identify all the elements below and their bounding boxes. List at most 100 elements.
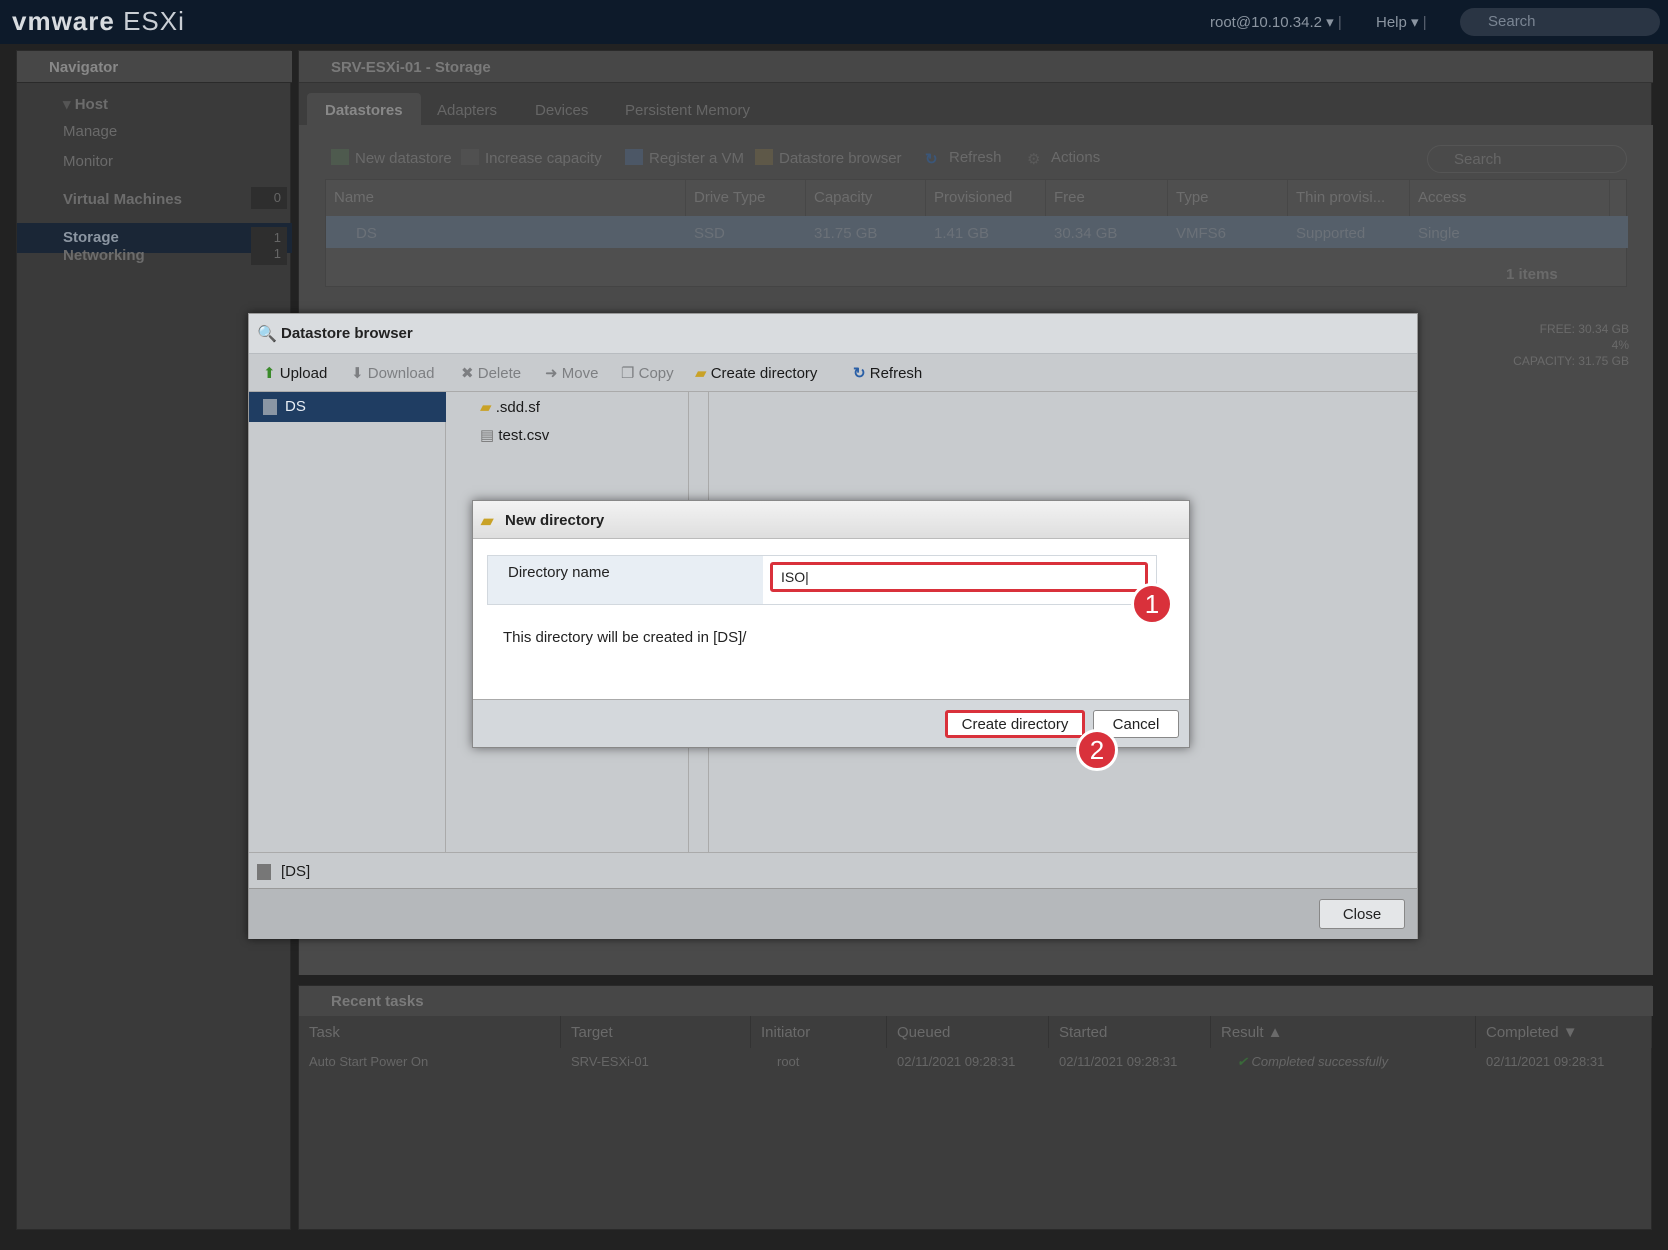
increase-capacity-button[interactable]: Increase capacity <box>461 149 602 167</box>
tab-persistent-memory[interactable]: Persistent Memory <box>607 93 768 125</box>
col-free[interactable]: Free <box>1046 180 1168 216</box>
datastore-search-input[interactable]: Search <box>1427 145 1627 173</box>
recent-tasks-title: Recent tasks <box>299 986 1653 1016</box>
usage-percent: 4% <box>1611 338 1629 352</box>
col-drive-type[interactable]: Drive Type <box>686 180 806 216</box>
cell-capacity: 31.75 GB <box>814 225 878 242</box>
move-icon: ➜ <box>545 365 562 382</box>
refresh-icon: ↻ <box>853 365 870 382</box>
download-icon: ⬇ <box>351 365 368 382</box>
vm-count-badge: 0 <box>251 187 287 209</box>
col-result[interactable]: Result ▲ <box>1211 1016 1476 1048</box>
list-item[interactable]: ▰ .sdd.sf <box>480 398 540 416</box>
datastore-item-ds[interactable]: DS <box>249 392 446 422</box>
datastore-browser-title: 🔍 Datastore browser <box>249 314 1417 354</box>
datastore-browser-button[interactable]: Datastore browser <box>755 149 902 167</box>
list-item[interactable]: ▤ test.csv <box>480 426 549 444</box>
datastore-icon <box>257 864 271 880</box>
nav-manage[interactable]: Manage <box>63 123 117 140</box>
free-label: FREE: 30.34 GB <box>1539 322 1629 336</box>
datastore-table: Name Drive Type Capacity Provisioned Fre… <box>325 179 1628 287</box>
delete-icon: ✖ <box>461 365 478 382</box>
col-started[interactable]: Started <box>1049 1016 1211 1048</box>
col-completed[interactable]: Completed ▼ <box>1476 1016 1652 1048</box>
datastore-browser-icon: 🔍 <box>257 326 277 343</box>
file-icon: ▤ <box>480 427 499 444</box>
copy-icon: ❐ <box>621 365 639 382</box>
new-datastore-button[interactable]: New datastore <box>331 149 452 167</box>
directory-location-info: This directory will be created in [DS]/ <box>503 629 747 646</box>
recent-tasks-panel: Recent tasks Task Target Initiator Queue… <box>298 985 1653 1230</box>
storage-title: SRV-ESXi-01 - Storage <box>299 51 1653 83</box>
col-initiator[interactable]: Initiator <box>751 1016 887 1048</box>
delete-button[interactable]: ✖ Delete <box>461 364 521 382</box>
capacity-summary: FREE: 30.34 GB 4% CAPACITY: 31.75 GB <box>1419 321 1629 369</box>
create-directory-button[interactable]: ▰ Create directory <box>695 364 817 382</box>
nav-host[interactable]: ▾ Host <box>63 95 108 113</box>
col-access[interactable]: Access <box>1410 180 1610 216</box>
global-search-input[interactable]: Search <box>1460 8 1660 36</box>
col-name[interactable]: Name <box>326 180 686 216</box>
nav-monitor[interactable]: Monitor <box>63 153 113 170</box>
register-vm-button[interactable]: Register a VM <box>625 149 744 167</box>
gear-icon: ⚙ <box>1027 151 1041 168</box>
result-cell: ✔ Completed successfully <box>1237 1054 1389 1069</box>
col-target[interactable]: Target <box>561 1016 751 1048</box>
col-type[interactable]: Type <box>1168 180 1288 216</box>
create-directory-confirm-button[interactable]: Create directory <box>945 710 1085 738</box>
help-menu[interactable]: Help ▾ | <box>1376 13 1427 31</box>
new-datastore-icon <box>331 149 349 165</box>
nav-networking[interactable]: Networking <box>63 247 145 264</box>
download-button[interactable]: ⬇ Download <box>351 364 434 382</box>
tab-devices[interactable]: Devices <box>517 93 606 125</box>
cell-name: DS <box>356 225 377 242</box>
navigator-title: Navigator <box>17 51 292 83</box>
actions-button[interactable]: ⚙ Actions <box>1027 149 1100 168</box>
col-provisioned[interactable]: Provisioned <box>926 180 1046 216</box>
col-thin-provisioning[interactable]: Thin provisi... <box>1288 180 1410 216</box>
top-bar: vmware ESXi root@10.10.34.2 ▾ | Help ▾ |… <box>0 0 1668 44</box>
move-button[interactable]: ➜ Move <box>545 364 598 382</box>
vmware-logo: vmware ESXi <box>12 6 185 36</box>
initiator-cell: root <box>777 1054 800 1069</box>
increase-capacity-icon <box>461 149 479 165</box>
current-path: [DS] <box>249 852 1417 888</box>
col-capacity[interactable]: Capacity <box>806 180 926 216</box>
tab-datastores[interactable]: Datastores <box>307 93 421 125</box>
col-queued[interactable]: Queued <box>887 1016 1049 1048</box>
target-cell: SRV-ESXi-01 <box>571 1054 649 1069</box>
folder-icon: ▰ <box>480 399 496 416</box>
step-1-marker: 1 <box>1131 583 1173 625</box>
col-task[interactable]: Task <box>299 1016 561 1048</box>
directory-name-input[interactable]: ISO| <box>770 562 1148 592</box>
register-vm-icon <box>625 149 643 165</box>
directory-name-label: Directory name <box>488 556 763 604</box>
cell-thin: Supported <box>1296 225 1366 242</box>
item-count: 1 items <box>1506 266 1558 283</box>
cell-provisioned: 1.41 GB <box>934 225 990 242</box>
browser-toolbar: ⬆ Upload ⬇ Download ✖ Delete ➜ Move ❐ Co… <box>249 354 1417 392</box>
cell-access: Single <box>1418 225 1460 242</box>
nav-storage-label: Storage <box>63 229 119 246</box>
task-cell: Auto Start Power On <box>309 1054 429 1069</box>
refresh-button[interactable]: ↻ Refresh <box>925 149 1002 168</box>
cell-type: VMFS6 <box>1176 225 1227 242</box>
success-icon: ✔ <box>1237 1054 1252 1069</box>
started-cell: 02/11/2021 09:28:31 <box>1059 1054 1178 1069</box>
nav-virtual-machines[interactable]: Virtual Machines <box>63 191 182 208</box>
cell-drive-type: SSD <box>694 225 725 242</box>
close-button[interactable]: Close <box>1319 899 1405 929</box>
new-directory-dialog: ▰ New directory Directory name ISO| This… <box>472 500 1190 748</box>
cell-free: 30.34 GB <box>1054 225 1118 242</box>
upload-icon: ⬆ <box>263 365 280 382</box>
browser-refresh-button[interactable]: ↻ Refresh <box>853 364 922 382</box>
browser-footer: Close <box>249 888 1417 939</box>
folder-icon: ▰ <box>695 365 711 382</box>
upload-button[interactable]: ⬆ Upload <box>263 364 327 382</box>
new-folder-icon: ▰ <box>481 513 494 530</box>
resize-handle[interactable] <box>446 392 466 852</box>
tab-adapters[interactable]: Adapters <box>419 93 515 125</box>
copy-button[interactable]: ❐ Copy <box>621 364 674 382</box>
user-menu[interactable]: root@10.10.34.2 ▾ | <box>1210 13 1342 31</box>
step-2-marker: 2 <box>1076 729 1118 771</box>
